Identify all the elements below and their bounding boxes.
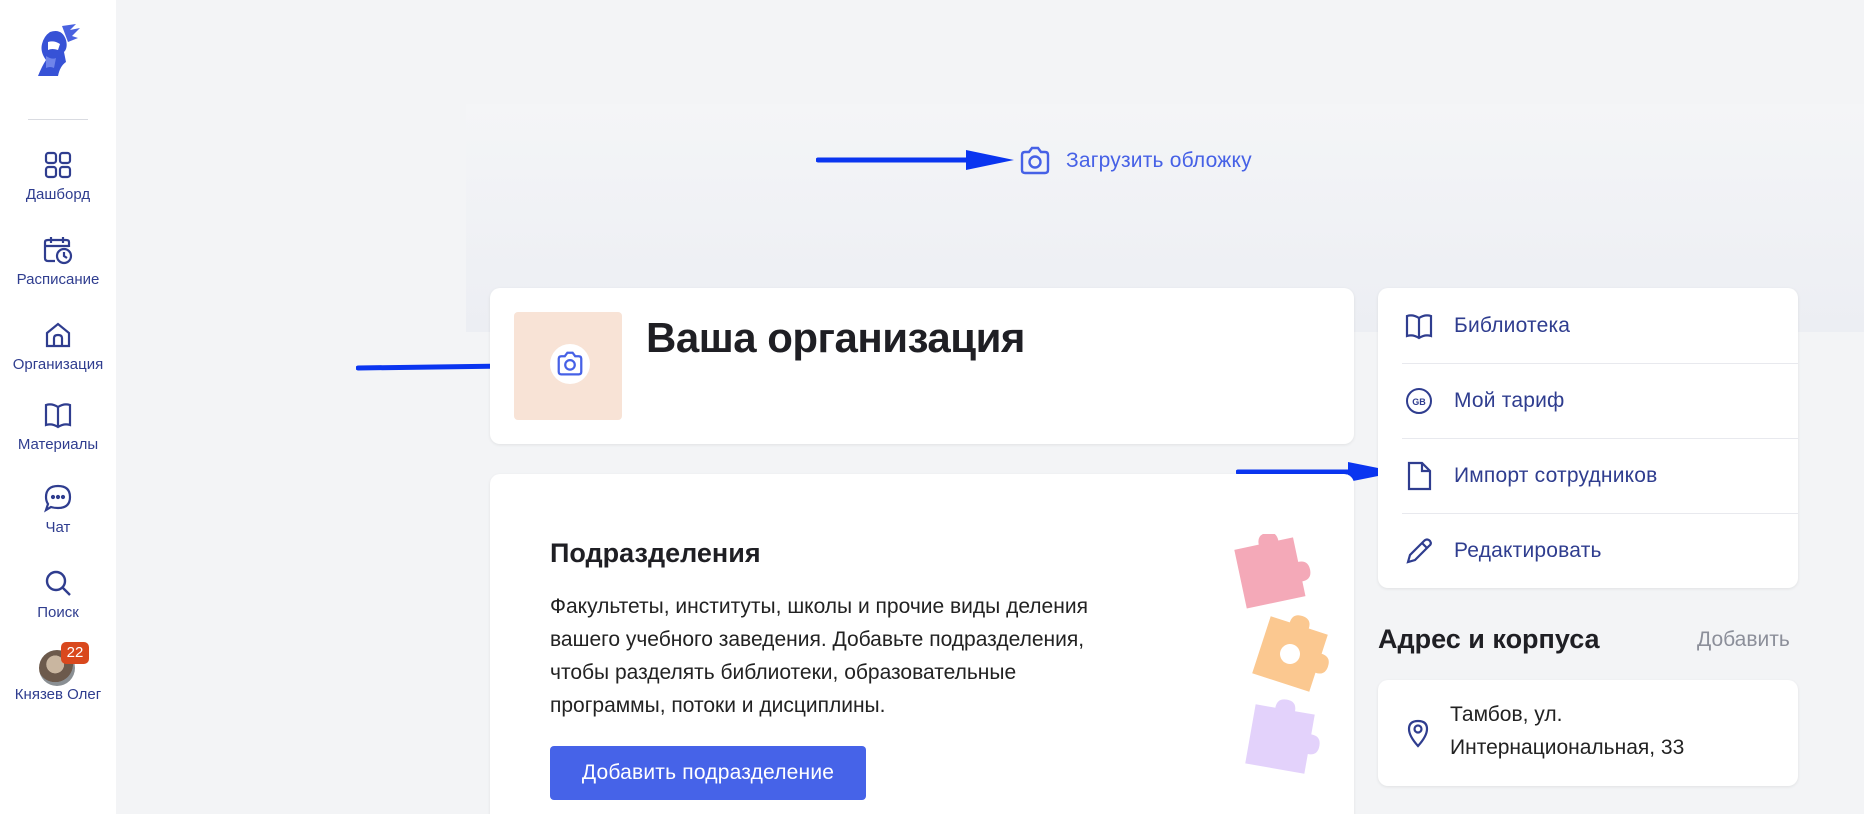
menu-item-label: Редактировать [1454, 538, 1602, 562]
location-pin-icon [1407, 719, 1429, 748]
user-avatar-wrap[interactable]: 22 [39, 642, 89, 686]
svg-text:GB: GB [1412, 397, 1426, 407]
organization-logo[interactable] [514, 312, 622, 420]
search-icon [45, 570, 71, 596]
sidebar-item-schedule[interactable]: Расписание [0, 235, 116, 288]
menu-item-tariff[interactable]: GB Мой тариф [1378, 363, 1798, 438]
grid-icon [44, 151, 72, 179]
menu-item-label: Библиотека [1454, 313, 1571, 337]
sidebar-item-organization[interactable]: Организация [0, 320, 116, 373]
puzzle-illustration [1234, 534, 1329, 774]
add-address-link[interactable]: Добавить [1697, 628, 1790, 652]
sidebar-item-label: Материалы [17, 436, 99, 453]
gb-circle-icon: GB [1406, 387, 1432, 414]
sidebar: Дашборд Расписание Организация Материалы… [0, 0, 116, 814]
knight-helmet-logo[interactable] [32, 22, 84, 78]
file-icon [1407, 461, 1432, 490]
book-icon [1405, 313, 1433, 339]
sidebar-item-dashboard[interactable]: Дашборд [0, 150, 116, 203]
upload-cover-button[interactable]: Загрузить обложку [1018, 146, 1252, 176]
departments-title: Подразделения [550, 538, 761, 568]
sidebar-item-search[interactable]: Поиск [0, 568, 116, 621]
address-section-title: Адрес и корпуса [1378, 624, 1600, 654]
home-icon [45, 322, 71, 348]
menu-item-label: Мой тариф [1454, 388, 1565, 412]
calendar-clock-icon [43, 237, 73, 265]
menu-item-import-employees[interactable]: Импорт сотрудников [1378, 438, 1798, 513]
arrow-annotation-cover [816, 150, 1014, 170]
user-name[interactable]: Князев Олег [0, 686, 116, 703]
camera-icon [1020, 146, 1050, 175]
sidebar-item-materials[interactable]: Материалы [0, 400, 116, 453]
sidebar-item-label: Чат [45, 519, 71, 536]
menu-item-label: Импорт сотрудников [1454, 463, 1658, 487]
sidebar-item-label: Организация [12, 356, 104, 373]
sidebar-divider [28, 119, 88, 120]
departments-description: Факультеты, институты, школы и прочие ви… [550, 595, 1088, 717]
sidebar-item-label: Расписание [16, 271, 100, 288]
page-title: Ваша организация [646, 314, 1025, 361]
sidebar-item-chat[interactable]: Чат [0, 483, 116, 536]
book-icon [44, 403, 72, 429]
pencil-icon [1406, 537, 1432, 564]
address-text: Тамбов, ул. Интернациональная, 33 [1450, 703, 1685, 759]
sidebar-item-label: Дашборд [25, 186, 91, 203]
organization-card: Ваша организация [490, 288, 1354, 444]
camera-icon [557, 351, 583, 376]
add-department-button[interactable]: Добавить подразделение [550, 746, 866, 800]
upload-logo-button[interactable] [550, 344, 590, 384]
actions-menu-card: Библиотека GB Мой тариф Импорт сотрудник… [1378, 288, 1798, 588]
upload-cover-label: Загрузить обложку [1066, 149, 1252, 172]
address-card[interactable]: Тамбов, ул. Интернациональная, 33 [1378, 680, 1798, 786]
sidebar-item-label: Поиск [37, 604, 79, 621]
departments-card: Подразделения Факультеты, институты, шко… [490, 474, 1354, 814]
notification-badge: 22 [61, 642, 89, 664]
menu-item-edit[interactable]: Редактировать [1378, 513, 1798, 588]
menu-item-library[interactable]: Библиотека [1378, 288, 1798, 363]
chat-icon [44, 484, 72, 513]
